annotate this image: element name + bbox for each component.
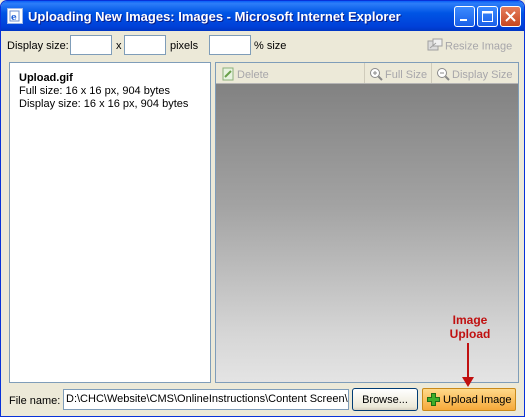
- resize-toolbar: Display size: x pixels % size Resize Ima…: [6, 35, 519, 57]
- annotation-line-1: Image: [452, 313, 488, 327]
- display-size-button[interactable]: Display Size: [431, 63, 518, 83]
- file-path-input[interactable]: D:\CHC\Website\CMS\OnlineInstructions\Co…: [63, 389, 349, 410]
- height-input[interactable]: [124, 35, 166, 55]
- zoom-in-icon: [369, 67, 383, 84]
- display-size-button-label: Display Size: [452, 69, 513, 81]
- minimize-button[interactable]: [454, 6, 475, 27]
- upload-image-label: Upload Image: [443, 394, 512, 406]
- upload-image-button[interactable]: Upload Image: [422, 388, 516, 411]
- display-size-info: Display size: 16 x 16 px, 904 bytes: [19, 98, 189, 110]
- percent-label: % size: [254, 40, 287, 52]
- resize-icon: [427, 38, 443, 55]
- delete-label: Delete: [237, 69, 269, 81]
- arrow-down-icon: [462, 343, 474, 387]
- full-size-button[interactable]: Full Size: [364, 63, 430, 83]
- percent-input[interactable]: [209, 35, 251, 55]
- image-upload-annotation: Image Upload: [439, 313, 501, 341]
- width-input[interactable]: [70, 35, 112, 55]
- full-size-label: Full Size: [385, 69, 428, 81]
- resize-image-label: Resize Image: [445, 40, 513, 53]
- file-name-label: File name:: [9, 395, 61, 407]
- browse-button[interactable]: Browse...: [352, 388, 418, 411]
- ie-page-icon: e: [7, 8, 23, 24]
- resize-image-button[interactable]: Resize Image: [427, 38, 512, 55]
- file-name: Upload.gif: [19, 72, 73, 84]
- close-icon: [505, 11, 516, 22]
- preview-toolbar: Delete Full Size Display Size: [216, 63, 518, 84]
- delete-button[interactable]: Delete: [217, 63, 277, 83]
- maximize-button[interactable]: [477, 6, 498, 27]
- title-bar[interactable]: e Uploading New Images: Images - Microso…: [1, 1, 524, 31]
- full-size-info: Full size: 16 x 16 px, 904 bytes: [19, 85, 171, 97]
- plus-icon: [427, 393, 440, 409]
- upload-bar: File name: D:\CHC\Website\CMS\OnlineInst…: [1, 387, 524, 415]
- close-button[interactable]: [500, 6, 521, 27]
- minimize-icon: [460, 19, 467, 21]
- svg-text:e: e: [11, 13, 17, 22]
- browser-window: e Uploading New Images: Images - Microso…: [0, 0, 525, 417]
- file-info-panel: Upload.gif Full size: 16 x 16 px, 904 by…: [9, 62, 211, 383]
- maximize-icon: [482, 11, 493, 22]
- window-title: Uploading New Images: Images - Microsoft…: [28, 9, 401, 24]
- display-size-label: Display size:: [7, 40, 69, 52]
- annotation-line-2: Upload: [449, 327, 491, 341]
- delete-icon: [221, 67, 235, 84]
- zoom-out-icon: [436, 67, 450, 84]
- pixels-label: pixels: [170, 40, 199, 52]
- x-label: x: [116, 40, 122, 52]
